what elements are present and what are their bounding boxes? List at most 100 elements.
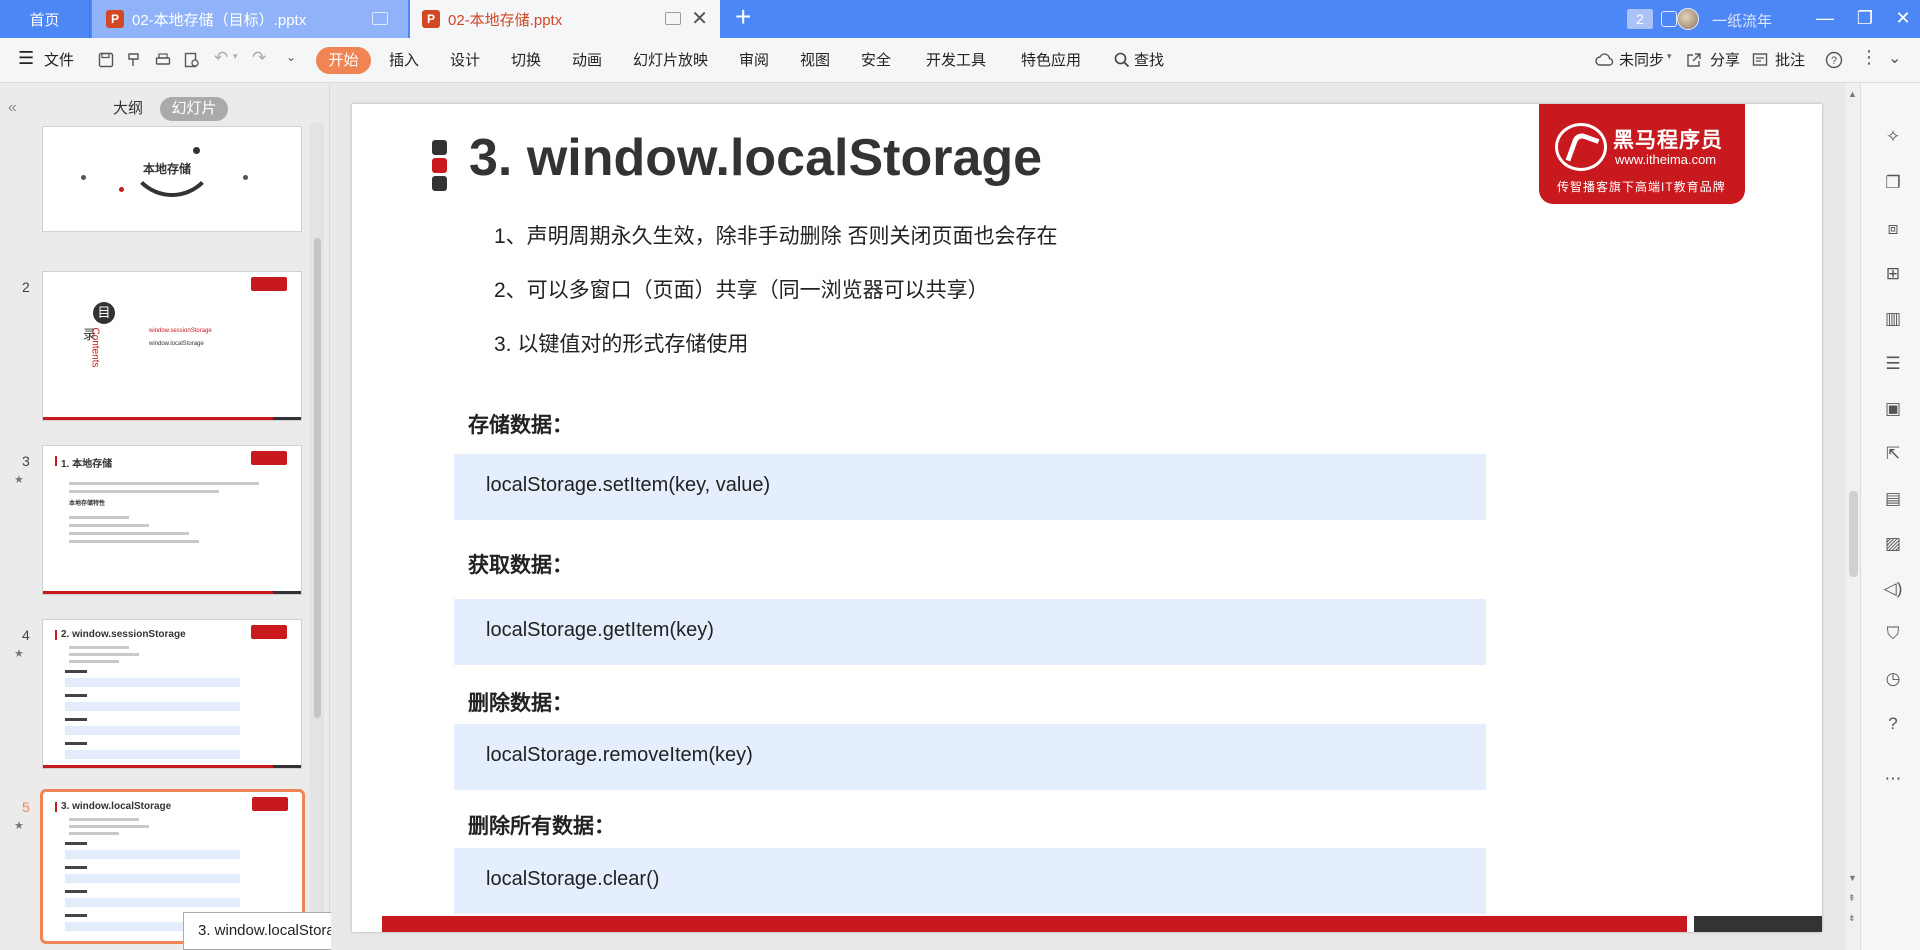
help-icon[interactable]: ? <box>1825 51 1843 69</box>
slide-thumbnail-3[interactable]: 1. 本地存储 本地存储特性 <box>42 445 302 595</box>
section-label-store[interactable]: 存储数据： <box>468 409 573 439</box>
tab-document-target[interactable]: P 02-本地存储（目标）.pptx <box>92 0 408 38</box>
shield-icon[interactable]: ⛉ <box>1883 624 1903 644</box>
print-preview-icon[interactable] <box>184 52 200 68</box>
share-icon[interactable] <box>1686 52 1702 68</box>
close-window-icon[interactable]: ✕ <box>1888 6 1918 30</box>
code-box-clear[interactable]: localStorage.clear() <box>454 848 1486 914</box>
user-name[interactable]: 一纸流年 <box>1712 10 1772 31</box>
save-icon[interactable] <box>98 52 114 68</box>
sync-dropdown-icon[interactable]: ▾ <box>1667 51 1672 62</box>
adjust-icon[interactable]: ☰ <box>1883 354 1903 374</box>
tab-home[interactable]: 首页 <box>0 0 90 38</box>
archive-icon[interactable]: ▤ <box>1883 489 1903 509</box>
slides-view-tab[interactable]: 幻灯片 <box>160 97 228 121</box>
next-slide-icon[interactable]: ⇟ <box>1848 913 1856 924</box>
window-count-badge[interactable]: 2 <box>1627 9 1653 29</box>
slide-point-1[interactable]: 1、声明周期永久生效，除非手动删除 否则关闭页面也会存在 <box>494 220 1058 250</box>
copy-slide-icon[interactable]: ❐ <box>1883 173 1903 193</box>
help-circle-icon[interactable]: ? <box>1883 714 1903 734</box>
quick-access-more-icon[interactable]: ⌄ <box>286 50 296 64</box>
avatar[interactable] <box>1677 8 1699 30</box>
undo-icon[interactable]: ↶ <box>214 48 228 68</box>
thumbnail-logo <box>252 797 288 811</box>
format-painter-icon[interactable] <box>126 52 142 68</box>
menu-tab-home[interactable]: 开始 <box>316 47 371 74</box>
menu-tab-transition[interactable]: 切换 <box>511 49 541 70</box>
collapse-ribbon-icon[interactable]: ⌄ <box>1888 48 1901 68</box>
thumbnail-catalog-char: 目 <box>93 302 115 324</box>
menu-tab-insert[interactable]: 插入 <box>389 49 419 70</box>
code-text: localStorage.removeItem(key) <box>486 744 753 766</box>
slide[interactable]: 3. window.localStorage 黑马程序员 www.itheima… <box>352 104 1822 932</box>
comment-icon[interactable] <box>1752 52 1768 68</box>
more-tools-icon[interactable]: ⋯ <box>1883 769 1903 789</box>
new-tab-icon[interactable]: + <box>735 3 751 31</box>
restore-icon[interactable]: ❐ <box>1850 6 1880 30</box>
tab-window-icon[interactable] <box>665 12 681 25</box>
slide-point-2[interactable]: 2、可以多窗口（页面）共享（同一浏览器可以共享） <box>494 274 989 304</box>
export-icon[interactable]: ⇱ <box>1883 444 1903 464</box>
slide-title[interactable]: 3. window.localStorage <box>469 128 1042 188</box>
slide-thumbnail-2[interactable]: 目 录 Contents window.sessionStorage windo… <box>42 271 302 421</box>
print-icon[interactable] <box>155 52 171 68</box>
undo-dropdown-icon[interactable]: ▾ <box>233 51 238 62</box>
menu-file[interactable]: 文件 <box>44 49 74 70</box>
thumbnail-scrollbar[interactable] <box>310 123 324 950</box>
menu-tab-security[interactable]: 安全 <box>861 49 891 70</box>
slide-footer-bar <box>1694 916 1822 932</box>
outline-view-tab[interactable]: 大纲 <box>104 97 152 121</box>
magic-wand-icon[interactable]: ✧ <box>1883 127 1903 147</box>
layout-grid-icon[interactable]: ⊞ <box>1883 264 1903 284</box>
section-label-remove[interactable]: 删除数据： <box>468 687 573 717</box>
audio-icon[interactable]: ◁) <box>1883 579 1903 599</box>
picture-icon[interactable]: ▨ <box>1883 534 1903 554</box>
code-text: localStorage.getItem(key) <box>486 619 714 641</box>
menu-tab-design[interactable]: 设计 <box>450 49 480 70</box>
tab-close-icon[interactable]: ✕ <box>691 9 708 29</box>
history-icon[interactable]: ◷ <box>1883 669 1903 689</box>
chart-icon[interactable]: ▥ <box>1883 309 1903 329</box>
menu-tab-review[interactable]: 审阅 <box>739 49 769 70</box>
menu-tab-view[interactable]: 视图 <box>800 49 830 70</box>
menu-tab-animation[interactable]: 动画 <box>572 49 602 70</box>
image-gallery-icon[interactable]: ▣ <box>1883 399 1903 419</box>
section-label-clear[interactable]: 删除所有数据： <box>468 810 615 840</box>
slide-scrollbar[interactable]: ▲ ▼ ⇞ ⇟ <box>1846 83 1860 950</box>
minimize-icon[interactable]: — <box>1810 6 1840 30</box>
slide-thumbnail-1[interactable]: 本地存储 <box>42 126 302 232</box>
tab-document-active[interactable]: P 02-本地存储.pptx ✕ <box>410 0 720 38</box>
skin-icon[interactable] <box>1661 11 1677 27</box>
section-label-get[interactable]: 获取数据： <box>468 549 573 579</box>
menu-tab-slideshow[interactable]: 幻灯片放映 <box>633 49 708 70</box>
scroll-up-icon[interactable]: ▲ <box>1848 89 1857 99</box>
more-options-icon[interactable]: ⋮ <box>1860 47 1878 68</box>
thumbnail-text-line <box>69 825 149 828</box>
code-box-remove[interactable]: localStorage.removeItem(key) <box>454 724 1486 790</box>
share-button[interactable]: 分享 <box>1710 49 1740 70</box>
thumbnail-code-box <box>65 850 240 859</box>
scroll-down-icon[interactable]: ▼ <box>1848 873 1857 883</box>
slide-point-3[interactable]: 3. 以键值对的形式存储使用 <box>494 328 748 358</box>
tab-window-icon[interactable] <box>372 12 388 25</box>
code-box-get[interactable]: localStorage.getItem(key) <box>454 599 1486 665</box>
thumbnail-scrollbar-thumb[interactable] <box>314 238 321 718</box>
thumbnail-footer-bar <box>273 591 301 594</box>
collapse-panel-icon[interactable]: « <box>8 99 17 117</box>
menu-tab-features[interactable]: 特色应用 <box>1021 49 1081 70</box>
thumbnail-code-box <box>65 898 240 907</box>
search-icon[interactable] <box>1114 52 1130 68</box>
hamburger-icon[interactable]: ☰ <box>18 48 34 69</box>
menu-tab-developer[interactable]: 开发工具 <box>926 49 986 70</box>
menu-search[interactable]: 查找 <box>1134 49 1164 70</box>
comment-button[interactable]: 批注 <box>1775 49 1805 70</box>
thumbnail-text-line <box>69 540 199 543</box>
cloud-sync-icon[interactable] <box>1595 52 1615 68</box>
code-box-store[interactable]: localStorage.setItem(key, value) <box>454 454 1486 520</box>
slide-thumbnail-4[interactable]: 2. window.sessionStorage <box>42 619 302 769</box>
layers-icon[interactable]: ⧈ <box>1883 219 1903 239</box>
previous-slide-icon[interactable]: ⇞ <box>1848 893 1856 904</box>
slide-scrollbar-thumb[interactable] <box>1849 491 1858 577</box>
redo-icon[interactable]: ↷ <box>252 48 266 68</box>
sync-status[interactable]: 未同步 <box>1619 49 1664 70</box>
